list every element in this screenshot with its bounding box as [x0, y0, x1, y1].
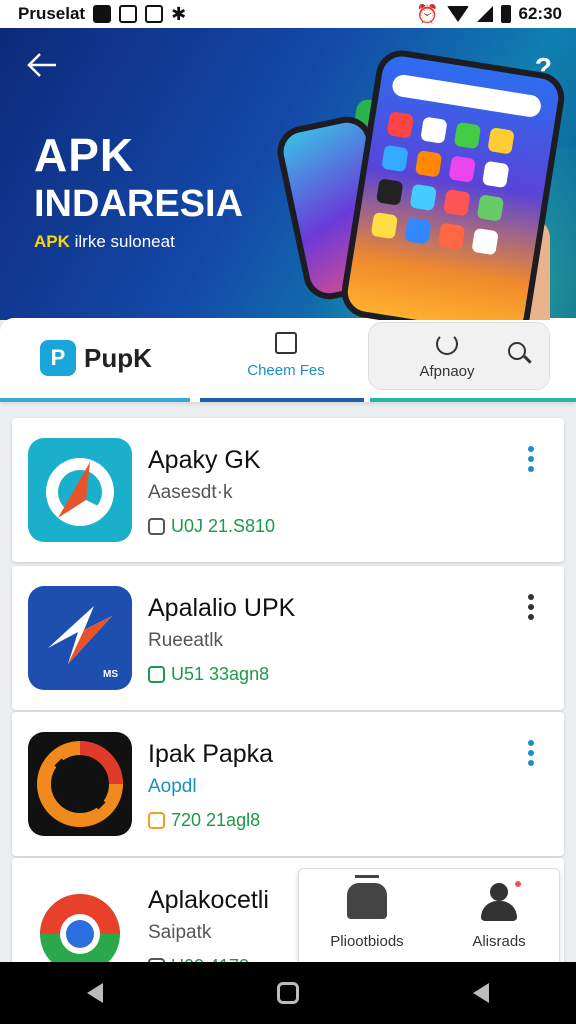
app-publisher: Aasesdt·k	[148, 482, 233, 503]
battery-icon	[500, 5, 511, 23]
app-meta-text: U51 33agn8	[171, 664, 270, 684]
phone-front-image	[338, 46, 568, 320]
app-meta: U0J 21.S810	[148, 516, 275, 537]
android-button[interactable]: Pliootbiods	[317, 875, 417, 950]
app-name: Ipak Papka	[148, 740, 274, 768]
more-options-icon[interactable]	[528, 594, 536, 620]
clock-time: 62:30	[518, 4, 562, 23]
hero-title: APK	[34, 129, 135, 181]
book-icon	[275, 332, 297, 354]
notification-dot	[515, 881, 521, 887]
more-options-icon[interactable]	[528, 446, 536, 472]
nav-home-icon[interactable]	[277, 982, 299, 1004]
message-icon	[93, 5, 112, 23]
app-icon-badge: MS	[103, 669, 118, 680]
shield-icon	[145, 5, 164, 23]
brand-tab[interactable]: P PupK	[40, 340, 152, 376]
carrier-text: Pruselat	[18, 4, 86, 23]
system-nav-bar	[0, 962, 576, 1024]
bluetooth-icon: ✱	[171, 3, 187, 24]
status-bar: Pruselat ✱ ⏰ 62:30	[0, 0, 576, 28]
profile-icon	[479, 881, 521, 921]
android-icon	[347, 875, 387, 919]
android-label: Pliootbiods	[330, 933, 404, 950]
app-publisher: Aopdl	[148, 776, 197, 797]
refresh-icon	[436, 333, 458, 355]
more-options-icon[interactable]	[528, 740, 536, 766]
signal-icon	[476, 6, 493, 22]
search-icon[interactable]	[506, 340, 532, 366]
tab-cheem-fes-label: Cheem Fes	[247, 362, 325, 379]
app-card[interactable]: Apaky GK Aasesdt·k U0J 21.S810	[12, 418, 564, 562]
hero-title-line2: INDARESIA	[34, 183, 244, 225]
ring-logo-icon	[28, 732, 132, 836]
app-publisher: Rueeatlk	[148, 630, 223, 651]
back-arrow-icon[interactable]	[26, 52, 62, 84]
app-meta: U51 33agn8	[148, 664, 269, 685]
wifi-icon	[446, 6, 469, 22]
floating-action-panel: Pliootbiods Alisrads	[298, 868, 560, 968]
hero-banner: ? APK INDARESIA APK ilrke suloneat	[0, 28, 576, 320]
profile-button[interactable]: Alisrads	[459, 881, 539, 950]
alarm-icon: ⏰	[416, 3, 439, 24]
hero-subtitle: APK ilrke suloneat	[34, 232, 175, 252]
tab-cheem-fes[interactable]: Cheem Fes	[246, 332, 326, 379]
app-name: Apaky GK	[148, 446, 261, 474]
app-name: Apalalio UPK	[148, 594, 296, 622]
app-card[interactable]: Ipak Papka Aopdl 720 21agl8	[12, 712, 564, 856]
app-meta: 720 21agl8	[148, 810, 260, 831]
download-icon	[148, 812, 165, 829]
tab-afpnaoy[interactable]: Afpnaoy	[407, 333, 487, 380]
hero-subtitle-text: ilrke suloneat	[69, 232, 175, 251]
brand-logo-icon: P	[40, 340, 76, 376]
download-icon	[148, 666, 165, 683]
hero-subtitle-accent: APK	[34, 232, 70, 251]
nav-back-icon[interactable]	[87, 983, 103, 1003]
app-meta-text: 720 21agl8	[171, 810, 261, 830]
lightning-icon: MS	[28, 586, 132, 690]
brand-name: PupK	[84, 342, 152, 373]
tab-afpnaoy-label: Afpnaoy	[419, 363, 475, 380]
compass-arrow-icon	[28, 438, 132, 542]
app-meta-text: U0J 21.S810	[171, 516, 276, 536]
image-icon	[119, 5, 138, 23]
app-card[interactable]: MS Apalalio UPK Rueeatlk U51 33agn8	[12, 566, 564, 710]
app-publisher: Saipatk	[148, 922, 212, 943]
download-icon	[148, 518, 165, 535]
app-name: Aplakocetli	[148, 886, 269, 914]
profile-label: Alisrads	[472, 933, 526, 950]
nav-recents-icon[interactable]	[473, 983, 489, 1003]
